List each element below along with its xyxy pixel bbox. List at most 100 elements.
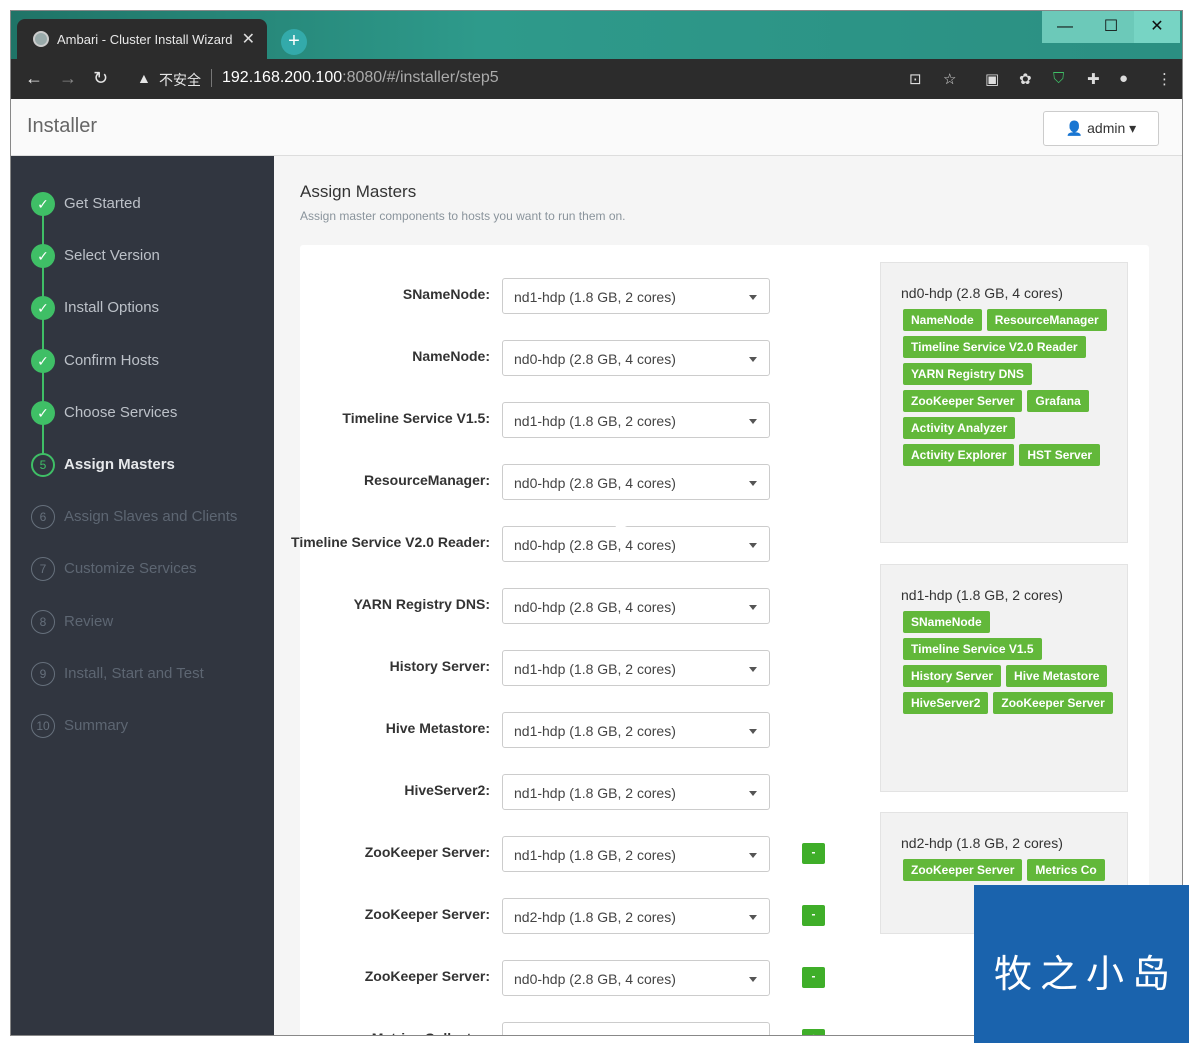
host-select[interactable]: nd1-hdp (1.8 GB, 2 cores) [502,836,770,872]
back-arrow-icon[interactable]: ← [25,68,43,89]
component-badge: Timeline Service V2.0 Reader [903,336,1086,358]
component-label: ZooKeeper Server: [364,844,490,860]
host-select[interactable]: nd0-hdp (2.8 GB, 4 cores) [502,464,770,500]
caret-down-icon [749,791,757,796]
watermark-logo: 牧之小岛 [974,885,1189,1043]
host-select[interactable]: nd1-hdp (1.8 GB, 2 cores) [502,712,770,748]
user-icon: 👤 [1065,120,1084,136]
component-badge: ZooKeeper Server [903,859,1023,881]
tab-close-icon[interactable]: ✕ [242,29,255,49]
host-select-value: nd1-hdp (1.8 GB, 2 cores) [514,847,676,863]
assignment-row: ZooKeeper Server: nd2-hdp (1.8 GB, 2 core… [300,898,860,934]
component-badge: Hive Metastore [1006,665,1108,687]
window-close-button[interactable]: ✕ [1134,11,1180,43]
component-label: SNameNode: [402,286,490,302]
step-number-icon: 6 [31,505,55,530]
browser-tab[interactable]: Ambari - Cluster Install Wizard ✕ [17,19,267,59]
host-select[interactable]: nd1-hdp (1.8 GB, 2 cores) [502,402,770,438]
step-label: Install Options [64,299,160,317]
host-select[interactable]: nd0-hdp (2.8 GB, 4 cores) [502,588,770,624]
host-select-value: nd1-hdp (1.8 GB, 2 cores) [514,723,676,739]
host-select-value: nd1-hdp (1.8 GB, 2 cores) [514,289,676,305]
assignment-row: ZooKeeper Server: nd0-hdp (2.8 GB, 4 core… [300,960,860,996]
assignment-row: ResourceManager: nd0-hdp (2.8 GB, 4 cores… [300,464,860,500]
user-label: admin [1087,120,1126,136]
url-field[interactable]: 192.168.200.100:8080/#/installer/step5 [222,69,499,87]
page-subtitle: Assign master components to hosts you wa… [300,209,626,223]
host-select[interactable]: nd0-hdp (2.8 GB, 4 cores) [502,526,770,562]
component-badge: Activity Analyzer [903,417,1016,439]
host-select-value: nd1-hdp (1.8 GB, 2 cores) [514,661,676,677]
host-select-value: nd2-hdp (1.8 GB, 2 cores) [514,909,676,925]
component-badge: History Server [903,665,1002,687]
forward-arrow-icon[interactable]: → [59,68,77,89]
host-select[interactable]: nd2-hdp (1.8 GB, 2 cores) [502,1022,770,1035]
assignment-row: History Server: nd1-hdp (1.8 GB, 2 cores) [300,650,860,686]
host-summary-box: nd1-hdp (1.8 GB, 2 cores) SNameNode Timeli… [880,564,1128,792]
browser-window: Ambari - Cluster Install Wizard ✕ + — ☐ … [10,10,1183,1036]
progress-line [42,204,44,464]
remove-component-button[interactable]: - [802,967,825,988]
component-label: Metrics Collector: [372,1030,490,1035]
host-select-value: nd0-hdp (2.8 GB, 4 cores) [514,537,676,553]
host-select[interactable]: nd1-hdp (1.8 GB, 2 cores) [502,774,770,810]
step-number-icon: 9 [31,661,55,686]
host-select[interactable]: nd2-hdp (1.8 GB, 2 cores) [502,898,770,934]
step-label: Install, Start and Test [64,664,204,682]
host-select[interactable]: nd0-hdp (2.8 GB, 4 cores) [502,340,770,376]
caret-down-icon [749,667,757,672]
shield-icon[interactable]: ⛉ [1053,70,1064,87]
extension-glasses-icon[interactable]: ▣ [985,70,999,88]
component-label: ResourceManager: [363,472,490,488]
add-component-button[interactable]: + [802,1029,825,1035]
menu-kebab-icon[interactable]: ⋮ [1157,70,1172,88]
step-label: Customize Services [64,560,197,578]
bookmark-star-icon[interactable]: ☆ [943,70,956,88]
app-brand[interactable]: Installer [27,115,97,138]
step-number-icon: ✓ [31,244,55,269]
host-name: nd2-hdp (1.8 GB, 2 cores) [901,835,1063,851]
component-label: Timeline Service V1.5: [342,410,490,426]
component-badge: HiveServer2 [903,692,989,714]
component-badge: ZooKeeper Server [993,692,1113,714]
reload-icon[interactable]: ↻ [93,68,108,89]
assignment-row: ZooKeeper Server: nd1-hdp (1.8 GB, 2 core… [300,836,860,872]
component-label: Timeline Service V2.0 Reader: [291,534,490,550]
step-label: Summary [64,717,129,734]
minimize-button[interactable]: — [1042,11,1088,43]
user-menu-button[interactable]: 👤 admin ▾ [1043,111,1159,146]
remove-component-button[interactable]: - [802,905,825,926]
assignment-row: Timeline Service V1.5: nd1-hdp (1.8 GB, 2… [300,402,860,438]
step-number-icon: ✓ [31,192,55,216]
new-tab-button[interactable]: + [281,29,307,55]
host-select[interactable]: nd0-hdp (2.8 GB, 4 cores) [502,960,770,996]
component-label: HiveServer2: [404,782,490,798]
remove-component-button[interactable]: - [802,843,825,864]
component-badge: Timeline Service V1.5 [903,638,1042,660]
maximize-button[interactable]: ☐ [1088,11,1134,43]
component-badge: NameNode [903,309,982,331]
tab-strip: Ambari - Cluster Install Wizard ✕ + — ☐ … [11,11,1182,59]
caret-down-icon: ▾ [1129,120,1137,136]
wizard-sidebar: ✓ Get Started ✓ Select Version ✓ Install Opti… [11,156,274,1035]
step-number-icon: ✓ [31,296,55,321]
extension-color-icon[interactable]: ✿ [1019,70,1032,88]
component-badge: SNameNode [903,611,990,633]
caret-down-icon [749,295,757,300]
component-label: NameNode: [412,348,490,364]
step-number-icon: ✓ [31,400,55,425]
host-select[interactable]: nd1-hdp (1.8 GB, 2 cores) [502,650,770,686]
profile-avatar-icon[interactable]: ● [1119,70,1128,87]
extensions-puzzle-icon[interactable]: ✚ [1087,70,1100,88]
component-badge: HST Server [1019,444,1101,466]
component-badge: Metrics Co [1027,859,1105,881]
step-number-icon: 8 [31,609,55,634]
host-summary-box: nd0-hdp (2.8 GB, 4 cores) NameNode Resourc… [880,262,1128,543]
tab-title: Ambari - Cluster Install Wizard [57,32,233,47]
host-name: nd0-hdp (2.8 GB, 4 cores) [901,285,1063,301]
insecure-label[interactable]: 不安全 [159,70,201,90]
component-label: ZooKeeper Server: [364,968,490,984]
host-select[interactable]: nd1-hdp (1.8 GB, 2 cores) [502,278,770,314]
step-number-icon: ✓ [31,348,55,373]
translate-icon[interactable]: ⊡ [909,70,922,88]
